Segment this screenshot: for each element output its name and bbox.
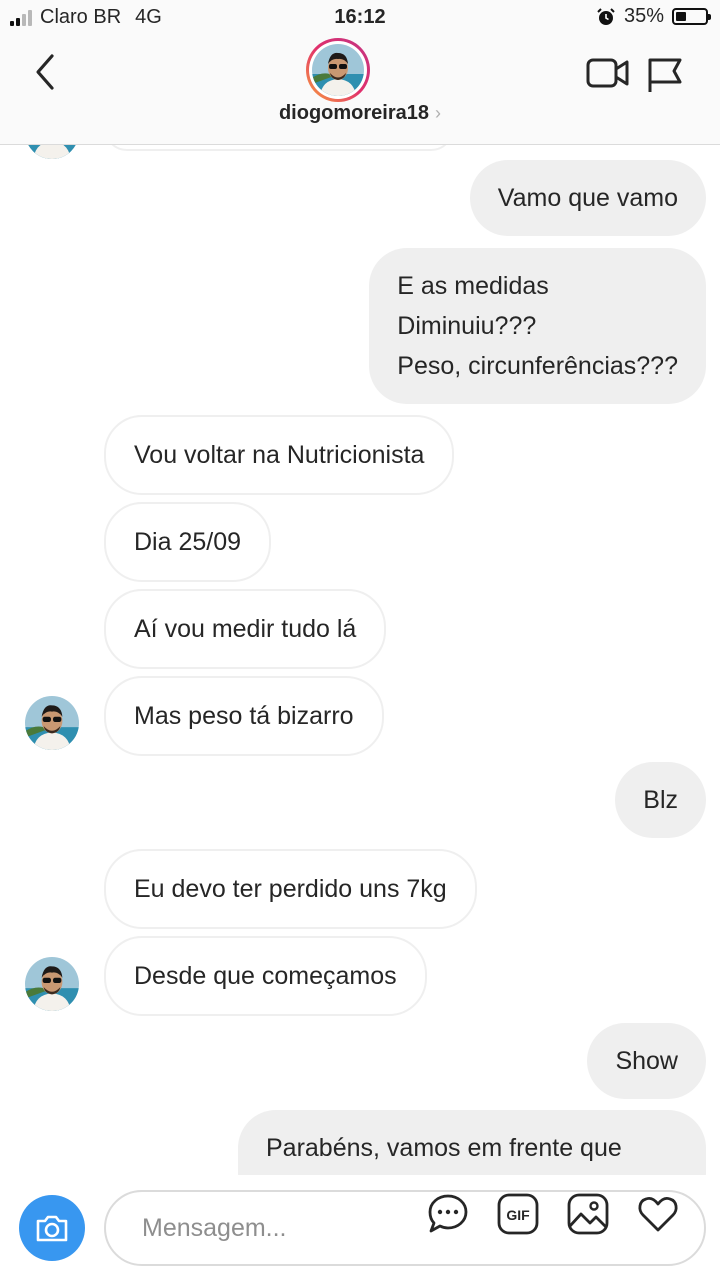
video-call-icon[interactable]: [586, 56, 630, 90]
message-sent[interactable]: Parabéns, vamos em frente que: [238, 1110, 706, 1175]
heart-icon[interactable]: [636, 1192, 680, 1236]
avatar: [25, 696, 79, 750]
alarm-icon: [597, 7, 615, 25]
message-sent[interactable]: E as medidas Diminuiu??? Peso, circunfer…: [369, 248, 706, 404]
message-text: Parabéns, vamos em frente que: [266, 1134, 622, 1162]
camera-icon: [36, 1215, 68, 1242]
chat-header: diogomoreira18 ›: [0, 36, 720, 145]
message-sent[interactable]: Blz: [615, 762, 706, 838]
message-input[interactable]: Mensagem...: [104, 1190, 706, 1266]
message-placeholder: Mensagem...: [142, 1214, 287, 1242]
flag-icon[interactable]: [646, 56, 684, 94]
status-bar: Claro BR 4G 16:12 35%: [0, 0, 720, 36]
gif-icon[interactable]: GIF: [496, 1192, 540, 1236]
message-composer: Mensagem... GIF: [0, 1176, 720, 1280]
message-text: Peso, circunferências???: [397, 352, 678, 380]
message-received[interactable]: Eu devo ter perdido uns 7kg: [104, 849, 477, 929]
battery-icon: [672, 8, 711, 25]
message-text: Diminuiu???: [397, 312, 537, 340]
message-text: Dia 25/09: [134, 528, 242, 556]
message-text: Blz: [643, 786, 678, 814]
message-received[interactable]: Aí vou medir tudo lá: [104, 589, 387, 669]
message-text: Show: [615, 1047, 678, 1075]
chevron-left-icon[interactable]: [26, 50, 66, 94]
avatar: [25, 145, 79, 159]
message-received[interactable]: Dia 25/09: [104, 502, 272, 582]
chat-bubble-icon[interactable]: [426, 1192, 470, 1236]
message-sent[interactable]: Show: [587, 1023, 706, 1099]
message-received[interactable]: Mas peso tá bizarro: [104, 676, 384, 756]
message-text: Aí vou medir tudo lá: [134, 615, 357, 643]
message-partial: [104, 145, 454, 151]
battery-percent: 35%: [623, 5, 664, 27]
avatar: [25, 957, 79, 1011]
message-thread: Vamo que vamo E as medidas Diminuiu??? P…: [0, 145, 720, 1175]
avatar[interactable]: [306, 38, 370, 102]
chevron-right-icon: ›: [435, 103, 442, 123]
message-text: Eu devo ter perdido uns 7kg: [134, 875, 447, 903]
gif-label: GIF: [506, 1207, 530, 1223]
username-text: diogomoreira18: [278, 102, 430, 124]
message-received[interactable]: Desde que começamos: [104, 936, 427, 1016]
message-text: Mas peso tá bizarro: [134, 702, 354, 730]
message-text: Desde que começamos: [134, 962, 397, 990]
message-text: Vamo que vamo: [497, 184, 678, 212]
message-text: E as medidas: [397, 272, 549, 300]
image-icon[interactable]: [566, 1192, 610, 1236]
message-received[interactable]: Vou voltar na Nutricionista: [104, 415, 455, 495]
message-text: Vou voltar na Nutricionista: [134, 441, 425, 469]
username[interactable]: diogomoreira18 ›: [0, 102, 720, 125]
message-sent[interactable]: Vamo que vamo: [469, 160, 706, 236]
camera-button[interactable]: [14, 1190, 90, 1266]
